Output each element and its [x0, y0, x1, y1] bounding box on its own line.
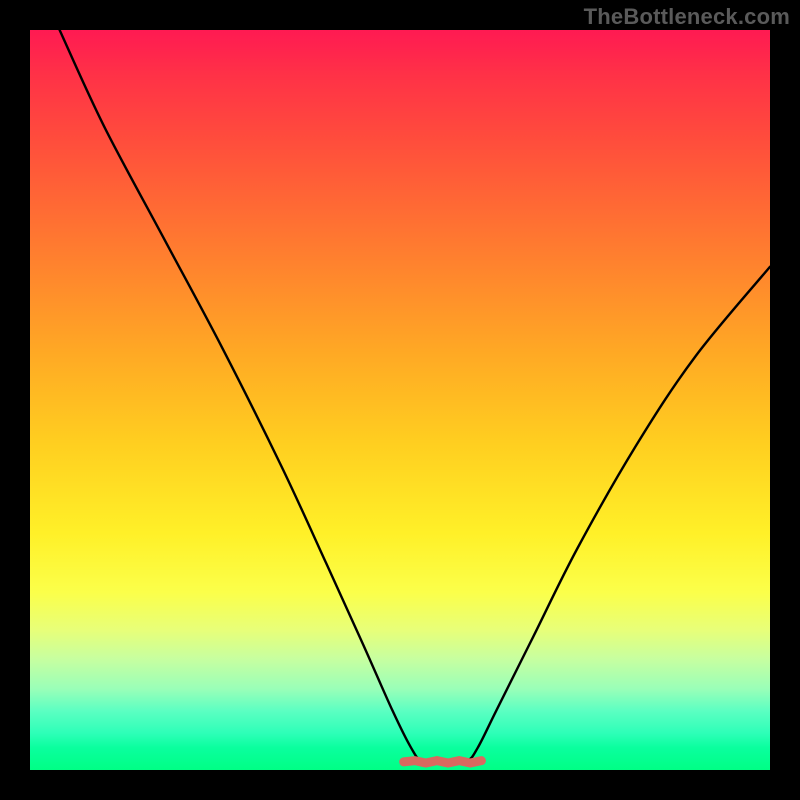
bottleneck-curve	[60, 30, 770, 763]
curve-layer	[30, 30, 770, 770]
trough-highlight	[404, 761, 482, 763]
plot-area	[30, 30, 770, 770]
watermark-text: TheBottleneck.com	[584, 4, 790, 30]
chart-frame: TheBottleneck.com	[0, 0, 800, 800]
